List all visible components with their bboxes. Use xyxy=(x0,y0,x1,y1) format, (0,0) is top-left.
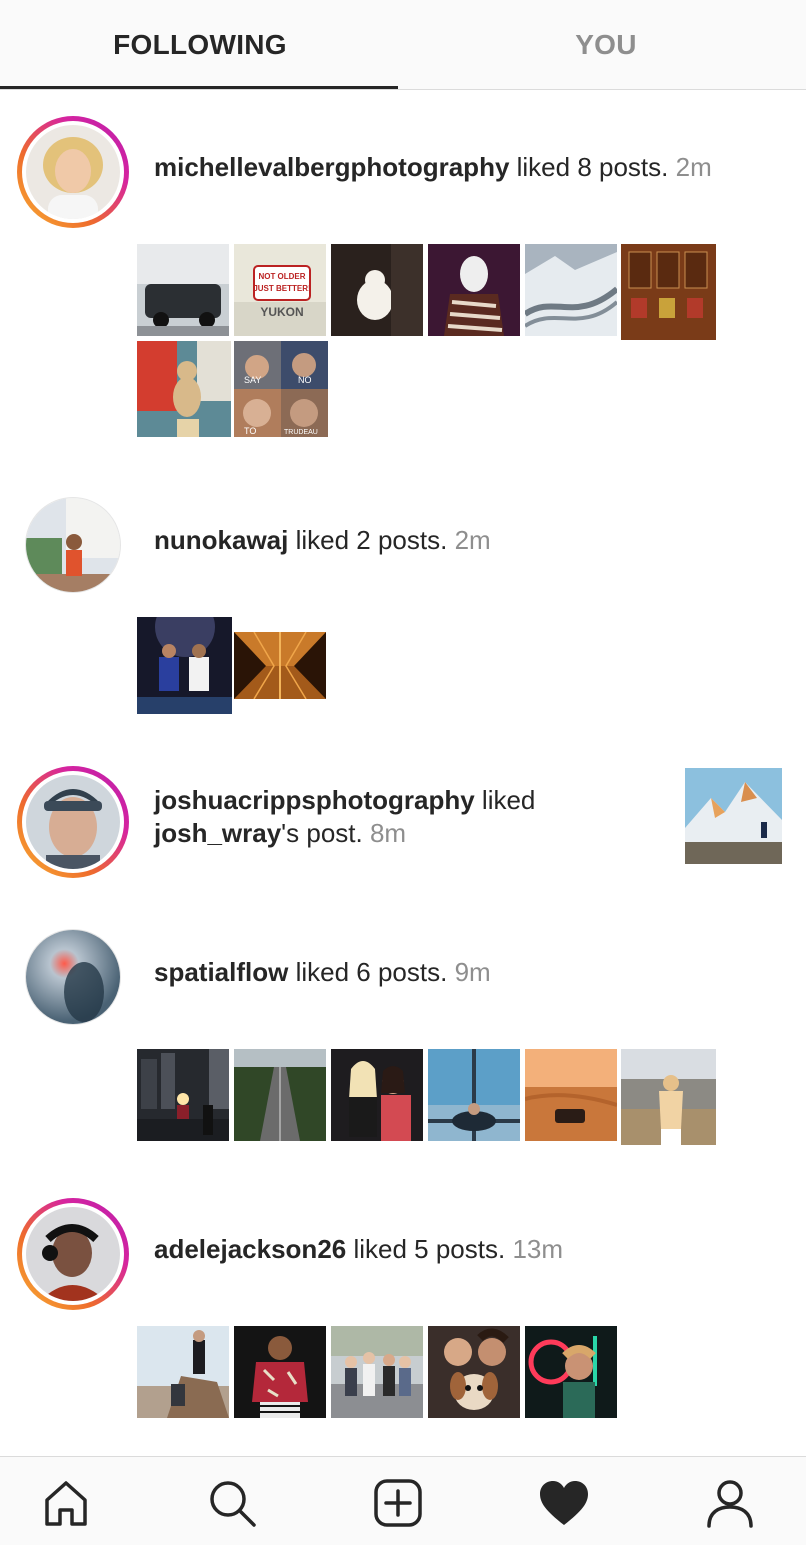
timestamp: 2m xyxy=(675,152,712,182)
liked-post-thumbnail[interactable] xyxy=(234,1326,326,1418)
meme-caption: TO xyxy=(244,426,256,436)
activity-tabs: FOLLOWING YOU xyxy=(0,0,806,90)
avatar xyxy=(26,775,120,869)
vehicle-badge-text: YUKON xyxy=(260,305,303,319)
liked-post-thumbnail[interactable]: SAY NO TO TRUDEAU xyxy=(234,341,328,437)
search-icon[interactable] xyxy=(206,1477,258,1529)
liked-post-thumbnail[interactable] xyxy=(621,244,716,340)
username-link[interactable]: nunokawaj xyxy=(154,525,288,555)
liked-post-thumbnail[interactable] xyxy=(621,1049,716,1145)
liked-post-thumbnail[interactable] xyxy=(331,1326,423,1418)
username-link[interactable]: adelejackson26 xyxy=(154,1234,346,1264)
bottom-nav xyxy=(0,1456,806,1545)
liked-post-thumbnail[interactable] xyxy=(137,244,229,336)
active-tab-indicator xyxy=(0,86,398,89)
timestamp: 9m xyxy=(454,957,491,987)
activity-text: adelejackson26 liked 5 posts. 13m xyxy=(154,1234,564,1264)
liked-post-thumbnail[interactable] xyxy=(525,1049,617,1141)
meme-caption: NO xyxy=(298,375,312,385)
liked-post-thumbnail[interactable] xyxy=(428,1326,520,1418)
liked-post-thumbnail[interactable] xyxy=(525,1326,617,1418)
liked-post-thumbnail[interactable] xyxy=(685,768,782,864)
avatar xyxy=(26,1207,120,1301)
tab-you[interactable]: YOU xyxy=(406,0,806,89)
avatar-wrapper[interactable] xyxy=(17,489,129,601)
liked-post-thumbnail[interactable] xyxy=(428,1049,520,1141)
home-icon[interactable] xyxy=(40,1477,92,1529)
activity-heart-icon[interactable] xyxy=(538,1477,590,1529)
activity-text: joshuacrippsphotography liked josh_wray'… xyxy=(154,785,536,848)
avatar xyxy=(25,497,121,593)
activity-text: nunokawaj liked 2 posts. 2m xyxy=(154,525,491,555)
liked-post-thumbnail[interactable] xyxy=(137,617,232,714)
liked-post-thumbnail[interactable] xyxy=(137,341,231,437)
liked-post-thumbnail[interactable] xyxy=(331,1049,423,1141)
profile-icon[interactable] xyxy=(704,1477,756,1529)
username-link[interactable]: josh_wray xyxy=(154,818,281,848)
meme-caption: SAY xyxy=(244,375,261,385)
liked-post-thumbnail[interactable]: NOT OLDER JUST BETTER! YUKON xyxy=(234,244,326,336)
liked-post-thumbnail[interactable] xyxy=(137,1326,229,1418)
timestamp: 13m xyxy=(512,1234,564,1264)
avatar xyxy=(26,125,120,219)
new-post-icon[interactable] xyxy=(372,1477,424,1529)
liked-post-thumbnail[interactable] xyxy=(331,244,423,336)
activity-text: michellevalbergphotography liked 8 posts… xyxy=(154,152,712,182)
avatar-story-ring[interactable] xyxy=(17,766,129,878)
liked-post-thumbnail[interactable] xyxy=(525,244,617,336)
sign-text: JUST BETTER! xyxy=(253,284,310,293)
tab-following[interactable]: FOLLOWING xyxy=(0,0,400,89)
avatar-wrapper[interactable] xyxy=(17,921,129,1033)
activity-text: spatialflow liked 6 posts. 9m xyxy=(154,957,491,987)
username-link[interactable]: joshuacrippsphotography xyxy=(154,785,475,815)
liked-post-thumbnail[interactable] xyxy=(234,632,326,699)
avatar-story-ring[interactable] xyxy=(17,116,129,228)
username-link[interactable]: spatialflow xyxy=(154,957,288,987)
timestamp: 8m xyxy=(369,818,407,848)
timestamp: 2m xyxy=(454,525,491,555)
liked-post-thumbnail[interactable] xyxy=(137,1049,229,1141)
liked-post-thumbnail[interactable] xyxy=(428,244,520,336)
liked-post-thumbnail[interactable] xyxy=(234,1049,326,1141)
meme-caption: TRUDEAU xyxy=(284,429,318,436)
avatar xyxy=(25,929,121,1025)
avatar-story-ring[interactable] xyxy=(17,1198,129,1310)
sign-text: NOT OLDER xyxy=(258,272,305,281)
username-link[interactable]: michellevalbergphotography xyxy=(154,152,509,182)
